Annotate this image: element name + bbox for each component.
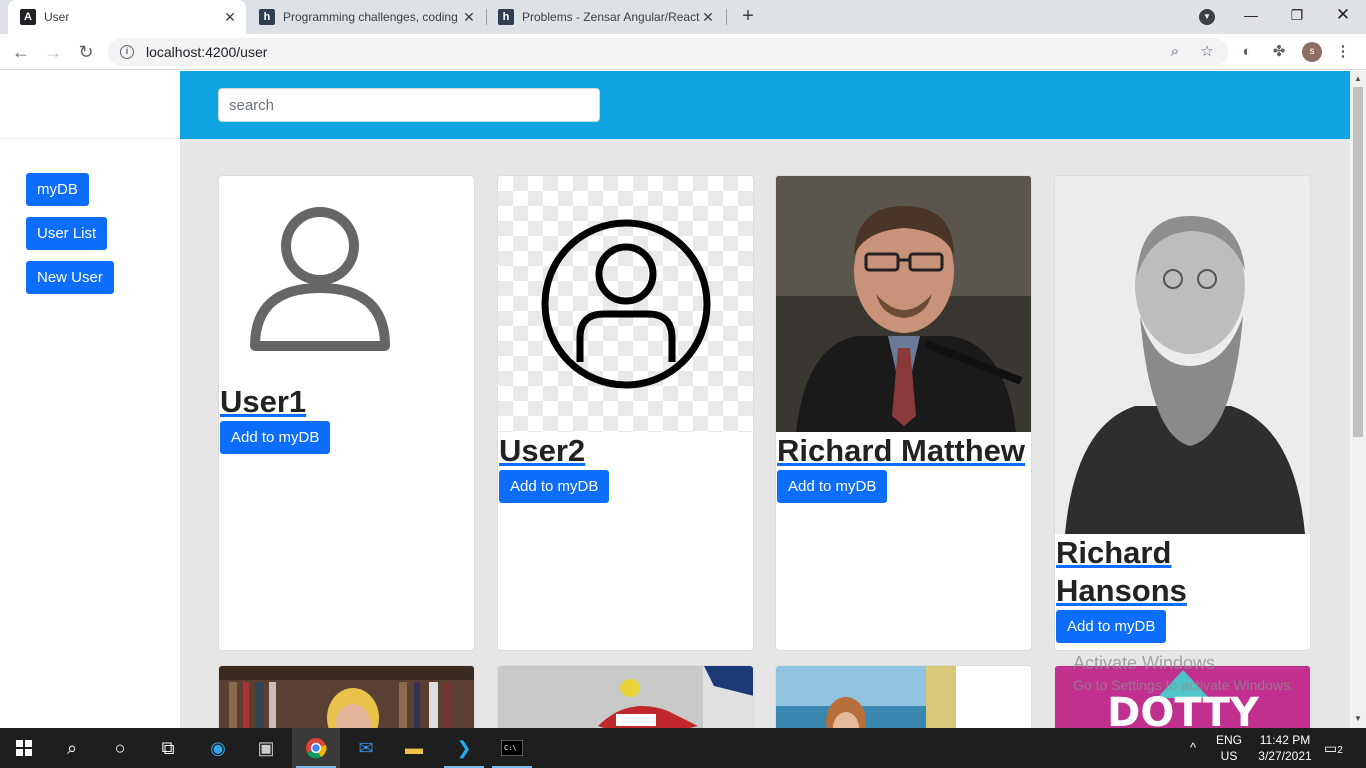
file-explorer-icon[interactable]: ▬ (390, 728, 438, 768)
photo-woman-books (219, 666, 474, 728)
tab-search-icon[interactable]: ▼ (1199, 9, 1215, 25)
hackerrank-icon: h (498, 9, 514, 25)
user-name-link[interactable]: Richard Hansons (1055, 534, 1310, 610)
user-card (775, 665, 1032, 728)
zoom-icon[interactable]: ⌕ (1166, 43, 1184, 61)
cortana-icon[interactable]: ○ (96, 728, 144, 768)
minimize-icon[interactable]: — (1228, 0, 1274, 34)
user-card (497, 665, 754, 728)
new-tab-button[interactable]: + (737, 5, 759, 27)
windows-start-icon[interactable] (0, 728, 48, 768)
svg-text:C:\: C:\ (504, 744, 517, 752)
watermark-subtitle: Go to Settings to activate Windows. (1073, 677, 1294, 693)
scroll-down-icon[interactable]: ▼ (1353, 714, 1363, 723)
address-bar[interactable]: i localhost:4200/user (108, 38, 1228, 66)
windows-taskbar: ⌕ ○ ⧉ ◉ ▣ ✉ ▬ ❯ C:\ ^ ENG US 11:42 PM 3/… (0, 728, 1366, 768)
user-list-button[interactable]: User List (26, 217, 108, 250)
scroll-up-icon[interactable]: ▲ (1353, 74, 1363, 83)
tab-title: User (44, 10, 70, 24)
scrollbar-thumb[interactable] (1353, 87, 1363, 437)
sidebar: myDB User List New User (0, 71, 180, 728)
region-text: US (1220, 749, 1238, 763)
photo-man-speaking (776, 176, 1031, 432)
star-icon[interactable]: ☆ (1198, 43, 1216, 61)
user-card: Richard Matthew Add to myDB (775, 175, 1032, 651)
page-scrollbar[interactable]: ▲ ▼ (1350, 71, 1366, 728)
clock-time: 11:42 PM (1259, 733, 1311, 747)
browser-toolbar: ← → ↻ i localhost:4200/user ⌕ ☆ ◐ ✤ s ⋮ (0, 34, 1366, 70)
tab-separator (726, 9, 727, 25)
user-card: User2 Add to myDB (497, 175, 754, 651)
reload-icon[interactable]: ↻ (75, 41, 97, 63)
back-arrow-icon[interactable]: ← (10, 41, 32, 63)
add-to-mydb-button[interactable]: Add to myDB (777, 470, 888, 503)
url-text: localhost:4200/user (146, 44, 268, 60)
user-card: User1 Add to myDB (218, 175, 475, 651)
avatar[interactable]: s (1302, 42, 1322, 62)
user-card (218, 665, 475, 728)
restore-icon[interactable]: ❐ (1274, 0, 1320, 34)
tab-programming-challenges[interactable]: h Programming challenges, coding ✕ (247, 0, 485, 34)
search-input[interactable] (218, 88, 600, 122)
user-name-link[interactable]: User2 (498, 432, 753, 470)
hackerrank-icon: h (259, 9, 275, 25)
user-name-link[interactable]: User1 (219, 383, 474, 421)
forward-arrow-icon[interactable]: → (42, 41, 64, 63)
store-icon[interactable]: ▣ (242, 728, 290, 768)
sidebar-header (0, 71, 180, 139)
vscode-icon[interactable]: ❯ (440, 728, 488, 768)
browser-tab-strip: A User ✕ h Programming challenges, codin… (0, 0, 1366, 34)
edge-icon[interactable]: ◉ (194, 728, 242, 768)
angular-icon: A (20, 9, 36, 25)
extension-circle-icon[interactable]: ◐ (1238, 43, 1256, 61)
clock[interactable]: 11:42 PM 3/27/2021 (1252, 732, 1318, 764)
language-text: ENG (1216, 733, 1243, 747)
puzzle-icon[interactable]: ✤ (1270, 43, 1288, 61)
menu-dots-icon[interactable]: ⋮ (1334, 43, 1352, 61)
tab-problems[interactable]: h Problems - Zensar Angular/React ✕ (486, 0, 724, 34)
user-name-link[interactable]: Richard Matthew (776, 432, 1031, 470)
search-icon[interactable]: ⌕ (48, 728, 96, 768)
clock-date: 3/27/2021 (1258, 749, 1312, 763)
app-page: myDB User List New User User1 Add to myD… (0, 71, 1350, 728)
photo-bearded-man (1055, 176, 1310, 534)
notification-icon[interactable]: ▭2 (1324, 740, 1343, 759)
close-icon[interactable]: ✕ (461, 9, 477, 26)
tab-title: Programming challenges, coding (283, 10, 458, 24)
header-bar (180, 71, 1350, 139)
close-icon[interactable]: ✕ (700, 9, 716, 26)
terminal-icon[interactable]: C:\ (488, 728, 536, 768)
language-indicator[interactable]: ENG US (1216, 732, 1242, 764)
info-icon[interactable]: i (120, 45, 134, 59)
user-card: Richard Hansons Add to myDB (1054, 175, 1311, 651)
add-to-mydb-button[interactable]: Add to myDB (499, 470, 610, 503)
close-window-icon[interactable]: ✕ (1320, 0, 1366, 34)
mydb-button[interactable]: myDB (26, 173, 89, 206)
photo-woman-beach (776, 666, 956, 728)
person-outline-icon (219, 176, 474, 383)
add-to-mydb-button[interactable]: Add to myDB (220, 421, 331, 454)
activate-windows-watermark: Activate Windows Go to Settings to activ… (1073, 652, 1294, 696)
tab-title: Problems - Zensar Angular/React (522, 10, 700, 24)
add-to-mydb-button[interactable]: Add to myDB (1056, 610, 1167, 643)
user-circle-icon (498, 176, 753, 432)
chrome-icon[interactable] (292, 728, 340, 768)
new-user-button[interactable]: New User (26, 261, 114, 294)
tab-user[interactable]: A User ✕ (8, 0, 246, 34)
tray-chevron-icon[interactable]: ^ (1190, 740, 1196, 756)
notification-count: 2 (1337, 745, 1343, 756)
task-view-icon[interactable]: ⧉ (144, 728, 192, 768)
close-icon[interactable]: ✕ (222, 9, 238, 26)
photo-skier (498, 666, 753, 728)
mail-icon[interactable]: ✉ (342, 728, 390, 768)
watermark-title: Activate Windows (1073, 653, 1216, 673)
